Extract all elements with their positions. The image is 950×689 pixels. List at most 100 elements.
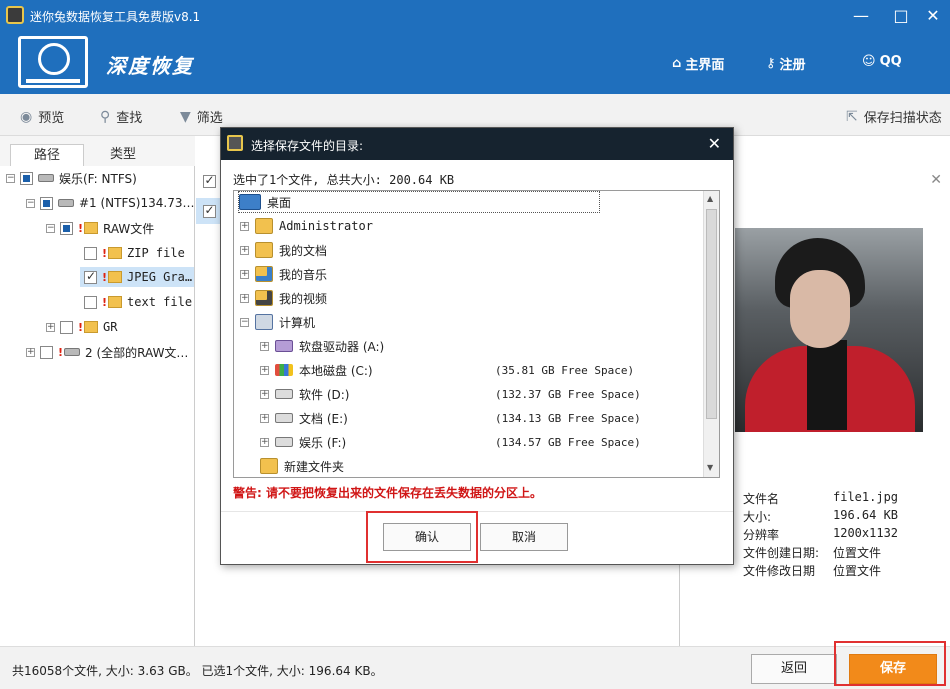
filter-icon: ▼ — [180, 108, 191, 125]
info-row: 文件修改日期 位置文件 — [743, 562, 881, 579]
tree-item[interactable]: − ! RAW文件 — [46, 218, 154, 238]
tree-item[interactable]: − #1 (NTFS)134.73… — [26, 193, 194, 213]
dir-item[interactable]: 新建文件夹 — [260, 455, 344, 477]
back-button[interactable]: 返回 — [751, 654, 837, 684]
folder-icon — [108, 296, 123, 308]
app-header: 深度恢复 ⌂ 主界面 ⚷ 注册 ☺ QQ — [0, 32, 950, 94]
minimize-button[interactable]: — — [846, 4, 876, 28]
scroll-thumb[interactable] — [706, 209, 717, 419]
nav-qq-label: QQ — [879, 54, 902, 69]
nav-home[interactable]: ⌂ 主界面 — [672, 54, 724, 73]
save-scan-status-button[interactable]: ⇱ 保存扫描状态 — [846, 107, 942, 127]
tree-scrollbar[interactable]: ▲ ▼ — [703, 191, 719, 477]
tree-checkbox[interactable] — [84, 269, 97, 284]
scroll-down-icon[interactable]: ▼ — [707, 463, 713, 472]
folder-icon — [108, 247, 123, 259]
window-title: 迷你兔数据恢复工具免费版v8.1 — [30, 10, 201, 24]
expand-icon[interactable]: + — [26, 347, 35, 357]
dir-label: 我的视频 — [279, 291, 328, 306]
tree-checkbox[interactable] — [40, 196, 53, 210]
dialog-title-bar: 选择保存文件的目录: ✕ — [221, 128, 733, 160]
desktop-icon — [239, 194, 261, 210]
documents-folder-icon — [255, 242, 273, 258]
tree-checkbox[interactable] — [60, 320, 73, 334]
info-key: 文件名 — [743, 492, 780, 506]
expand-icon[interactable]: + — [240, 293, 249, 303]
expand-icon[interactable]: + — [260, 341, 269, 351]
dir-label: 计算机 — [279, 315, 316, 330]
search-button[interactable]: ⚲ 查找 — [100, 107, 142, 127]
dir-item-desktop[interactable]: 桌面 — [238, 191, 600, 213]
info-value: 位置文件 — [833, 546, 882, 560]
dir-item[interactable]: + 我的视频 — [240, 287, 327, 309]
expand-icon[interactable]: + — [260, 437, 269, 447]
dir-item[interactable]: + 我的音乐 — [240, 263, 327, 285]
close-preview-icon[interactable]: ✕ — [930, 172, 942, 188]
dialog-close-button[interactable]: ✕ — [708, 134, 721, 153]
expand-icon[interactable]: + — [46, 322, 55, 332]
expand-icon[interactable]: + — [240, 269, 249, 279]
expand-icon[interactable]: + — [260, 389, 269, 399]
collapse-icon[interactable]: − — [6, 173, 15, 183]
maximize-button[interactable]: □ — [886, 4, 916, 28]
tree-checkbox[interactable] — [40, 345, 53, 359]
collapse-icon[interactable]: − — [240, 317, 249, 327]
lost-marker-icon: ! — [102, 295, 108, 309]
tree-checkbox[interactable] — [84, 295, 97, 309]
list-item[interactable] — [196, 198, 222, 224]
dir-item[interactable]: − 计算机 — [240, 311, 315, 333]
preview-label: 预览 — [38, 111, 65, 126]
dir-label: 软件 (D:) — [299, 387, 350, 402]
dir-label: 软盘驱动器 (A:) — [299, 339, 385, 354]
scroll-up-icon[interactable]: ▲ — [707, 194, 713, 203]
close-window-button[interactable]: ✕ — [918, 4, 948, 28]
cancel-button[interactable]: 取消 — [480, 523, 568, 551]
dir-item[interactable]: + 软件 (D:) (132.37 GB Free Space) — [260, 383, 719, 405]
dialog-title: 选择保存文件的目录: — [251, 139, 364, 153]
file-checkbox[interactable] — [202, 173, 216, 188]
tree-item[interactable]: − 娱乐(F: NTFS) — [6, 168, 137, 188]
dialog-summary: 选中了1个文件, 总共大小: 200.64 KB — [233, 173, 455, 187]
tree-item-label: RAW文件 — [103, 221, 155, 236]
tree-item-label: JPEG Gra… — [127, 270, 193, 284]
export-icon: ⇱ — [846, 108, 858, 125]
directory-tree: 桌面 + Administrator + 我的文档 + 我的音乐 + 我的视频 … — [233, 190, 720, 478]
dir-label: 本地磁盘 (C:) — [299, 363, 373, 378]
tree-item[interactable]: ! text file — [84, 292, 192, 312]
filter-button[interactable]: ▼ 筛选 — [180, 107, 223, 127]
dir-item[interactable]: + 本地磁盘 (C:) (35.81 GB Free Space) — [260, 359, 719, 381]
tree-item-selected[interactable]: ! JPEG Gra… — [80, 267, 194, 287]
dir-item[interactable]: + 我的文档 — [240, 239, 327, 261]
expand-icon[interactable]: + — [240, 221, 249, 231]
dir-item[interactable]: + Administrator — [240, 215, 373, 237]
nav-register[interactable]: ⚷ 注册 — [766, 54, 806, 73]
dir-item[interactable]: + 文档 (E:) (134.13 GB Free Space) — [260, 407, 719, 429]
key-icon: ⚷ — [766, 56, 776, 71]
video-folder-icon — [255, 290, 273, 306]
dir-label: 新建文件夹 — [284, 459, 345, 474]
tree-checkbox[interactable] — [60, 221, 73, 235]
tree-checkbox[interactable] — [20, 171, 33, 185]
folder-icon — [108, 271, 123, 283]
expand-icon[interactable]: + — [240, 245, 249, 255]
home-icon: ⌂ — [672, 56, 682, 71]
lost-marker-icon: ! — [102, 270, 108, 284]
info-key: 分辨率 — [743, 528, 780, 542]
expand-icon[interactable]: + — [260, 365, 269, 375]
nav-qq[interactable]: ☺ QQ — [862, 54, 902, 69]
file-checkbox[interactable] — [202, 203, 216, 218]
tab-path[interactable]: 路径 — [10, 144, 84, 166]
dir-item[interactable]: + 娱乐 (F:) (134.57 GB Free Space) — [260, 431, 719, 453]
collapse-icon[interactable]: − — [26, 198, 35, 208]
tab-type[interactable]: 类型 — [86, 144, 160, 166]
floppy-drive-icon — [275, 340, 293, 352]
tree-item[interactable]: + ! 2 (全部的RAW文… — [26, 342, 188, 362]
list-item[interactable] — [196, 168, 222, 194]
tree-item[interactable]: + ! GR — [46, 317, 117, 337]
collapse-icon[interactable]: − — [46, 223, 55, 233]
dir-item[interactable]: + 软盘驱动器 (A:) — [260, 335, 384, 357]
expand-icon[interactable]: + — [260, 413, 269, 423]
tree-checkbox[interactable] — [84, 246, 97, 260]
tree-item[interactable]: ! ZIP file — [84, 243, 185, 263]
preview-button[interactable]: ◉ 预览 — [20, 107, 65, 127]
